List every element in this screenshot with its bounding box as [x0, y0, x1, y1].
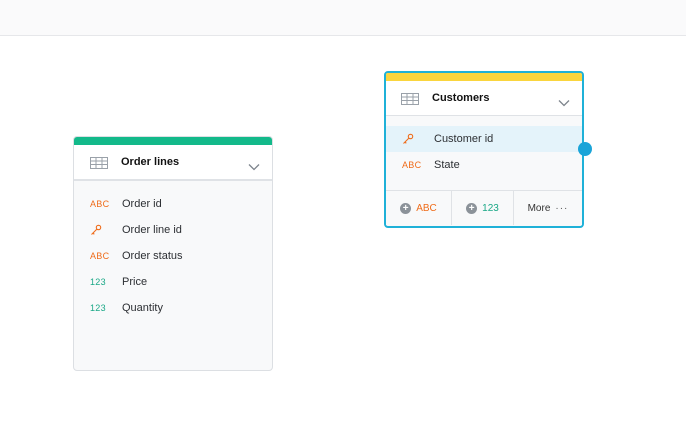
card-accent-bar — [74, 137, 272, 145]
text-type-icon: ABC — [402, 160, 422, 170]
field-row[interactable]: ABC Order status — [74, 243, 272, 269]
field-name: Order line id — [122, 224, 182, 236]
table-card-order-lines[interactable]: Order lines ABC Order id Order line id A… — [73, 136, 273, 371]
field-row[interactable]: 123 Price — [74, 269, 272, 295]
field-name: Customer id — [434, 133, 494, 145]
top-toolbar — [0, 0, 686, 36]
chevron-down-icon[interactable] — [558, 94, 570, 107]
field-name: Price — [122, 276, 148, 288]
add-text-label: ABC — [416, 202, 437, 214]
key-icon — [402, 133, 434, 145]
text-type-icon: ABC — [90, 251, 110, 261]
field-list: ABC Order id Order line id ABC Order sta… — [74, 181, 272, 321]
table-icon — [401, 92, 419, 105]
field-row[interactable]: Order line id — [74, 217, 272, 243]
number-type-icon: 123 — [90, 277, 106, 287]
number-type-icon: 123 — [90, 303, 106, 313]
key-icon — [90, 224, 122, 236]
add-number-field-button[interactable]: + 123 — [452, 191, 514, 225]
field-row[interactable]: ABC State — [386, 152, 582, 178]
table-card-customers[interactable]: Customers Customer id ABC State + ABC + … — [384, 71, 592, 228]
plus-icon: + — [400, 202, 412, 214]
table-icon — [90, 156, 108, 169]
ellipsis-icon: ··· — [555, 202, 569, 214]
add-number-label: 123 — [482, 202, 499, 214]
card-title: Customers — [432, 92, 490, 104]
field-row-selected[interactable]: Customer id — [386, 126, 582, 152]
card-header[interactable]: Order lines — [74, 145, 272, 181]
field-row[interactable]: ABC Order id — [74, 191, 272, 217]
card-accent-bar — [386, 73, 582, 81]
connection-handle[interactable] — [578, 142, 592, 156]
add-text-field-button[interactable]: + ABC — [386, 191, 452, 225]
field-list: Customer id ABC State — [386, 116, 582, 191]
more-label: More — [527, 202, 551, 214]
field-name: Order status — [122, 250, 183, 262]
card-footer: + ABC + 123 More ··· — [386, 191, 582, 225]
card-title: Order lines — [121, 156, 180, 168]
field-name: Order id — [122, 198, 162, 210]
plus-icon: + — [466, 202, 478, 214]
more-button[interactable]: More ··· — [514, 191, 582, 225]
field-row[interactable]: 123 Quantity — [74, 295, 272, 321]
text-type-icon: ABC — [90, 199, 110, 209]
card-header[interactable]: Customers — [386, 81, 582, 116]
field-name: Quantity — [122, 302, 163, 314]
chevron-down-icon[interactable] — [248, 158, 260, 171]
field-name: State — [434, 159, 460, 171]
